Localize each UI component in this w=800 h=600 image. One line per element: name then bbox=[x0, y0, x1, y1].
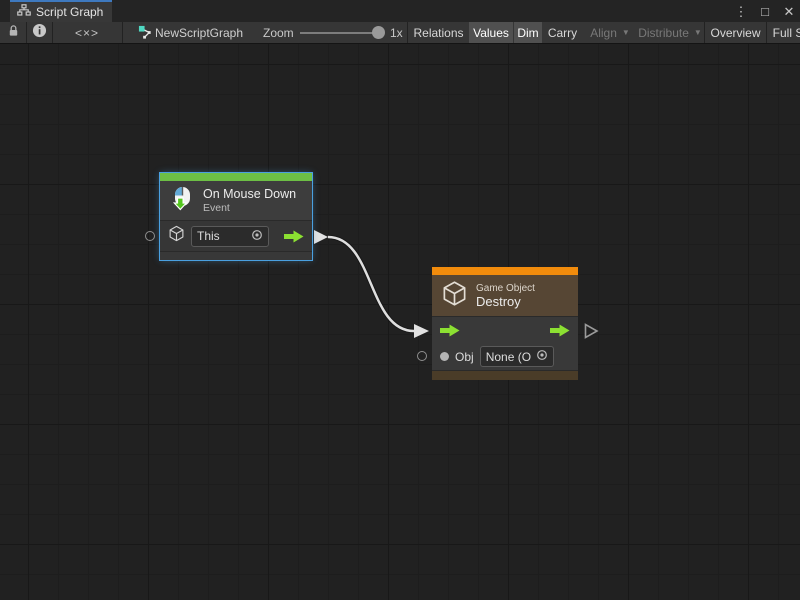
maximize-icon[interactable]: □ bbox=[756, 2, 774, 20]
node-body: Obj None (O bbox=[432, 316, 578, 370]
toolbar-separator bbox=[407, 22, 408, 43]
distribute-label: Distribute bbox=[638, 26, 689, 40]
zoom-value: 1x bbox=[390, 22, 403, 43]
graph-name-label[interactable]: NewScriptGraph bbox=[155, 22, 243, 43]
tab-script-graph[interactable]: Script Graph bbox=[10, 0, 112, 22]
node-header: On Mouse Down Event bbox=[160, 181, 312, 220]
object-picker-icon[interactable] bbox=[536, 349, 548, 364]
mouse-down-icon bbox=[169, 185, 195, 216]
node-header: Game Object Destroy bbox=[432, 275, 578, 316]
code-icon: <×> bbox=[75, 26, 99, 40]
node-category: Game Object bbox=[476, 283, 535, 294]
toolbar-separator bbox=[704, 22, 705, 43]
node-title: Destroy bbox=[476, 294, 535, 309]
destroy-accent-bar bbox=[432, 267, 578, 275]
values-button[interactable]: Values bbox=[469, 22, 513, 43]
obj-value-field[interactable]: None (O bbox=[480, 346, 554, 367]
chevron-down-icon bbox=[622, 28, 630, 37]
wire-start-arrow-icon bbox=[314, 230, 328, 244]
align-label: Align bbox=[590, 26, 617, 40]
flow-continue-arrow-icon bbox=[584, 323, 599, 344]
node-footer bbox=[432, 370, 578, 380]
align-dropdown[interactable]: Align bbox=[586, 22, 634, 43]
game-object-icon bbox=[441, 280, 468, 312]
graph-toolbar: <×> NewScriptGraph Zoom 1x Relations Val… bbox=[0, 22, 800, 44]
info-button[interactable] bbox=[27, 22, 52, 43]
node-body: This bbox=[160, 220, 312, 251]
hierarchy-icon bbox=[17, 3, 31, 21]
info-icon bbox=[32, 23, 47, 43]
code-preview-button[interactable]: <×> bbox=[53, 22, 121, 43]
fullscreen-button[interactable]: Full S bbox=[768, 22, 800, 43]
zoom-slider-handle[interactable] bbox=[372, 26, 385, 39]
lock-icon bbox=[7, 24, 20, 42]
window-menu-icon[interactable]: ⋮ bbox=[732, 2, 750, 20]
node-destroy[interactable]: Game Object Destroy Obj bbox=[432, 267, 578, 380]
script-graph-asset-icon bbox=[136, 22, 154, 43]
target-value: This bbox=[197, 229, 220, 243]
target-value-field[interactable]: This bbox=[191, 226, 269, 247]
dim-button[interactable]: Dim bbox=[514, 22, 542, 43]
event-accent-bar bbox=[160, 173, 312, 181]
relations-button[interactable]: Relations bbox=[409, 22, 468, 43]
graph-canvas[interactable]: On Mouse Down Event This bbox=[0, 44, 800, 600]
flow-output-port[interactable] bbox=[550, 324, 570, 337]
lock-button[interactable] bbox=[0, 22, 26, 43]
carry-button[interactable]: Carry bbox=[543, 22, 582, 43]
obj-value: None (O bbox=[486, 350, 531, 364]
close-icon[interactable]: ✕ bbox=[780, 2, 798, 20]
value-input-port[interactable] bbox=[417, 351, 427, 361]
zoom-label: Zoom bbox=[263, 22, 294, 43]
chevron-down-icon bbox=[694, 28, 702, 37]
node-footer bbox=[160, 251, 312, 260]
node-on-mouse-down[interactable]: On Mouse Down Event This bbox=[160, 173, 312, 260]
flow-input-port[interactable] bbox=[440, 324, 460, 337]
flow-output-port[interactable] bbox=[284, 230, 304, 243]
window-titlebar: Script Graph ⋮ □ ✕ bbox=[0, 0, 800, 22]
wire-end-arrow-icon bbox=[414, 324, 429, 338]
obj-port-dot[interactable] bbox=[440, 352, 449, 361]
tab-title: Script Graph bbox=[36, 5, 103, 19]
toolbar-separator bbox=[766, 22, 767, 43]
distribute-dropdown[interactable]: Distribute bbox=[637, 22, 703, 43]
object-picker-icon[interactable] bbox=[251, 229, 263, 244]
value-input-port[interactable] bbox=[145, 231, 155, 241]
connection-wire bbox=[0, 44, 800, 600]
obj-port-label: Obj bbox=[455, 350, 474, 364]
overview-button[interactable]: Overview bbox=[706, 22, 765, 43]
toolbar-separator bbox=[122, 22, 123, 43]
game-object-icon bbox=[168, 225, 185, 247]
node-subtitle: Event bbox=[203, 202, 296, 214]
node-title: On Mouse Down bbox=[203, 187, 296, 201]
